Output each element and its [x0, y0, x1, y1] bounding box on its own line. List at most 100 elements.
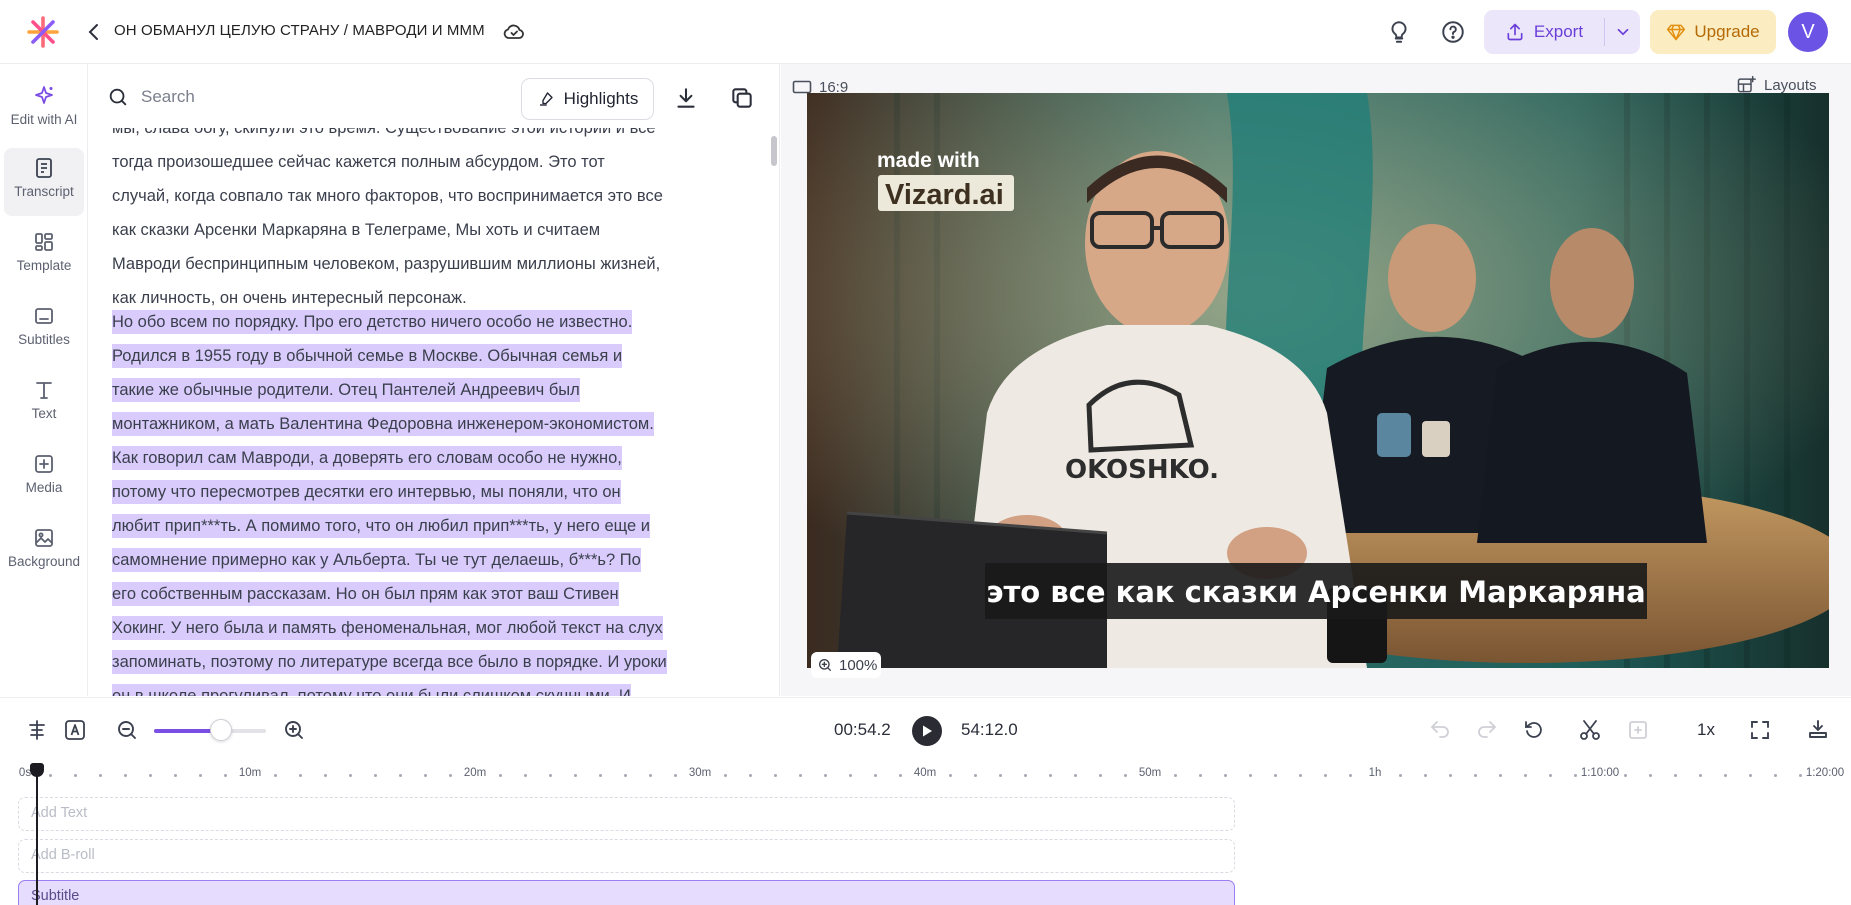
play-button[interactable] — [912, 716, 942, 746]
ruler-tick — [449, 774, 452, 777]
undo-icon[interactable] — [1428, 718, 1452, 742]
zoom-out-icon[interactable] — [115, 718, 139, 742]
download-icon[interactable] — [673, 85, 699, 111]
ruler-label: 20m — [463, 767, 487, 779]
lightbulb-icon[interactable] — [1386, 19, 1412, 45]
ruler-tick — [1399, 774, 1402, 777]
sparkle-icon — [35, 86, 53, 104]
reset-icon[interactable] — [1522, 718, 1546, 742]
user-avatar[interactable]: V — [1788, 12, 1828, 52]
transcript-paragraph-text: Но обо всем по порядку. Про его детство … — [112, 310, 667, 696]
ruler-tick — [649, 774, 652, 777]
auto-caption-icon[interactable] — [63, 718, 87, 742]
left-sidebar: Edit with AI Transcript Template Subtitl… — [0, 64, 88, 696]
fullscreen-icon[interactable] — [1748, 718, 1772, 742]
ruler-label: 40m — [913, 767, 937, 779]
ruler-tick — [1699, 774, 1702, 777]
transcript-scrollbar[interactable] — [771, 136, 777, 166]
highlights-button[interactable]: Highlights — [521, 78, 654, 120]
sidebar-item-media[interactable]: Media — [4, 444, 84, 512]
ruler-tick — [1199, 774, 1202, 777]
ruler-tick — [1624, 774, 1627, 777]
ruler-tick — [424, 774, 427, 777]
ruler-tick — [849, 774, 852, 777]
search-placeholder[interactable]: Search — [141, 87, 195, 107]
sidebar-item-background[interactable]: Background — [4, 518, 84, 586]
scissors-icon[interactable] — [1578, 718, 1602, 742]
watermark-line2: Vizard.ai — [885, 179, 1004, 211]
transcript-panel: Search Highlights мы, слава богу, скинул… — [89, 64, 780, 696]
highlights-label: Highlights — [563, 89, 639, 108]
ruler-tick — [574, 774, 577, 777]
redo-icon[interactable] — [1475, 718, 1499, 742]
current-time: 00:54.2 — [834, 720, 891, 739]
ruler-tick — [624, 774, 627, 777]
help-icon[interactable] — [1440, 19, 1466, 45]
ruler-tick — [174, 774, 177, 777]
collapse-timeline-icon[interactable] — [1806, 718, 1830, 742]
ruler-tick — [224, 774, 227, 777]
preview-zoom-indicator[interactable]: 100% — [811, 652, 881, 678]
add-broll-track[interactable]: Add B-roll — [18, 839, 1235, 873]
time-ruler[interactable]: 0s 10m 20m 30m 40m 50m 1h 1:10:00 1:20:00 — [0, 761, 1851, 791]
project-title[interactable]: ОН ОБМАНУЛ ЦЕЛУЮ СТРАНУ / МАВРОДИ И МММ — [114, 22, 485, 39]
sidebar-item-transcript[interactable]: Transcript — [4, 148, 84, 216]
ruler-tick — [1424, 774, 1427, 777]
align-icon[interactable] — [25, 718, 49, 742]
ruler-tick — [1674, 774, 1677, 777]
ruler-tick — [1174, 774, 1177, 777]
ruler-tick — [399, 774, 402, 777]
playback-speed[interactable]: 1x — [1697, 720, 1715, 740]
copy-icon[interactable] — [729, 85, 755, 111]
transcript-paragraph-highlighted[interactable]: Но обо всем по порядку. Про его детство … — [112, 305, 667, 696]
ruler-tick — [774, 774, 777, 777]
ruler-tick — [524, 774, 527, 777]
ruler-tick — [324, 774, 327, 777]
ruler-label: 1:10:00 — [1580, 767, 1620, 779]
sidebar-item-text[interactable]: Text — [4, 370, 84, 438]
playhead-handle[interactable] — [30, 763, 44, 777]
zoom-in-icon[interactable] — [282, 718, 306, 742]
ruler-tick — [974, 774, 977, 777]
transcript-content[interactable]: мы, слава богу, скинули это время. Сущес… — [89, 128, 780, 696]
ruler-tick — [124, 774, 127, 777]
sidebar-item-label: Transcript — [14, 184, 74, 199]
sidebar-item-label: Text — [31, 406, 57, 421]
timeline[interactable]: 0s 10m 20m 30m 40m 50m 1h 1:10:00 1:20:00 Add Te… — [0, 761, 1851, 905]
sidebar-item-label: Edit with AI — [10, 112, 78, 127]
subtitle-track[interactable]: Subtitle — [18, 880, 1235, 905]
playhead-line[interactable] — [36, 771, 38, 905]
sidebar-item-subtitles[interactable]: Subtitles — [4, 296, 84, 364]
transcript-paragraph[interactable]: мы, слава богу, скинули это время. Сущес… — [112, 128, 667, 315]
video-frame[interactable]: OKOSHKO. made with Vizard.ai это все как… — [807, 93, 1829, 668]
sidebar-item-label: Media — [25, 480, 63, 495]
sidebar-item-label: Template — [16, 258, 72, 273]
sidebar-item-template[interactable]: Template — [4, 222, 84, 290]
add-text-track[interactable]: Add Text — [18, 797, 1235, 831]
app-logo-icon[interactable] — [26, 15, 60, 49]
ruler-tick — [1349, 774, 1352, 777]
back-arrow-icon[interactable] — [82, 20, 106, 44]
transcript-search[interactable]: Search — [107, 86, 195, 108]
export-button[interactable]: Export — [1484, 10, 1604, 54]
text-icon — [36, 382, 52, 399]
subtitles-icon — [35, 308, 53, 324]
export-options-button[interactable] — [1605, 10, 1640, 54]
sidebar-item-edit-with-ai[interactable]: Edit with AI — [4, 76, 84, 144]
preview-zoom-value: 100% — [839, 656, 878, 674]
play-icon — [923, 725, 932, 737]
transcript-paragraph-text: мы, слава богу, скинули это время. Сущес… — [112, 128, 663, 307]
chevron-down-icon — [1617, 28, 1628, 36]
ruler-tick — [349, 774, 352, 777]
layouts-icon — [1737, 75, 1756, 93]
ruler-tick — [1649, 774, 1652, 777]
cloud-sync-icon[interactable] — [502, 20, 526, 44]
layouts-button[interactable]: Layouts — [1736, 75, 1817, 95]
ruler-tick — [1124, 774, 1127, 777]
shirt-brand-text: OKOSHKO. — [1065, 455, 1219, 485]
ruler-tick — [74, 774, 77, 777]
timeline-zoom-thumb[interactable] — [210, 719, 233, 741]
upgrade-button[interactable]: Upgrade — [1650, 10, 1776, 54]
upgrade-label: Upgrade — [1694, 22, 1760, 41]
crop-icon[interactable] — [1626, 718, 1650, 742]
